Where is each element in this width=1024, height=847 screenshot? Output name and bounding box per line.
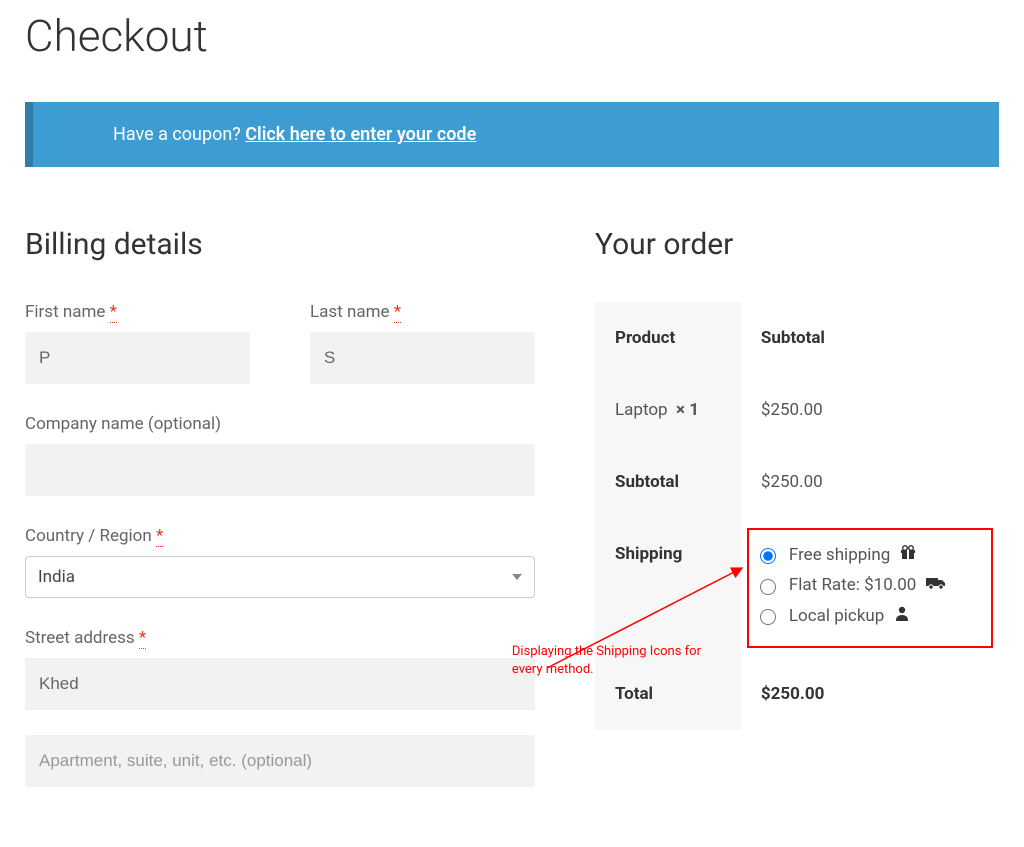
coupon-toggle-link[interactable]: Click here to enter your code — [245, 124, 476, 145]
shipping-flat-label: Flat Rate: $10.00 — [789, 575, 916, 595]
shipping-option-flat[interactable]: Flat Rate: $10.00 — [755, 575, 985, 595]
last-name-input[interactable] — [310, 332, 535, 384]
country-select[interactable]: India — [25, 556, 535, 598]
chevron-down-icon — [512, 574, 522, 580]
shipping-radio-free[interactable] — [760, 548, 776, 564]
total-value: $250.00 — [741, 658, 999, 730]
coupon-notice: Have a coupon? Click here to enter your … — [25, 102, 999, 167]
required-mark: * — [394, 302, 401, 323]
annotation-text: Displaying the Shipping Icons for every … — [512, 643, 722, 679]
subtotal-label: Subtotal — [595, 446, 741, 518]
street-address-input[interactable] — [25, 658, 535, 710]
first-name-label: First name * — [25, 302, 250, 322]
street-label: Street address * — [25, 628, 535, 648]
order-review-table: Product Subtotal Laptop × 1 $250.00 Subt… — [595, 302, 999, 730]
company-input[interactable] — [25, 444, 535, 496]
item-price: $250.00 — [741, 374, 999, 446]
street-label-text: Street address — [25, 628, 135, 648]
subtotal-value: $250.00 — [741, 446, 999, 518]
shipping-options-box: Free shipping Flat Rate: $10.00 — [747, 528, 993, 648]
country-label-text: Country / Region — [25, 526, 152, 546]
shipping-free-label: Free shipping — [789, 545, 890, 565]
country-selected-value: India — [38, 567, 75, 587]
shipping-radio-local[interactable] — [760, 609, 776, 625]
person-icon — [894, 605, 910, 626]
required-mark: * — [156, 526, 163, 547]
shipping-option-local[interactable]: Local pickup — [755, 605, 985, 626]
coupon-prompt-text: Have a coupon? — [113, 124, 245, 145]
order-line-item: Laptop × 1 $250.00 — [595, 374, 999, 446]
country-label: Country / Region * — [25, 526, 535, 546]
order-heading: Your order — [595, 227, 999, 262]
th-product: Product — [595, 302, 741, 374]
street-address-2-input[interactable] — [25, 735, 535, 787]
gift-icon — [900, 544, 916, 565]
item-name: Laptop — [615, 400, 668, 420]
required-mark: * — [139, 628, 146, 649]
billing-heading: Billing details — [25, 227, 535, 262]
shipping-option-free[interactable]: Free shipping — [755, 544, 985, 565]
company-label: Company name (optional) — [25, 414, 535, 434]
shipping-local-label: Local pickup — [789, 606, 884, 626]
required-mark: * — [110, 302, 117, 323]
last-name-label-text: Last name — [310, 302, 390, 322]
page-title: Checkout — [25, 10, 999, 62]
last-name-label: Last name * — [310, 302, 535, 322]
first-name-label-text: First name — [25, 302, 105, 322]
th-subtotal: Subtotal — [741, 302, 999, 374]
item-qty: × 1 — [676, 400, 699, 420]
shipping-radio-flat[interactable] — [760, 579, 776, 595]
first-name-input[interactable] — [25, 332, 250, 384]
truck-icon — [926, 575, 946, 595]
